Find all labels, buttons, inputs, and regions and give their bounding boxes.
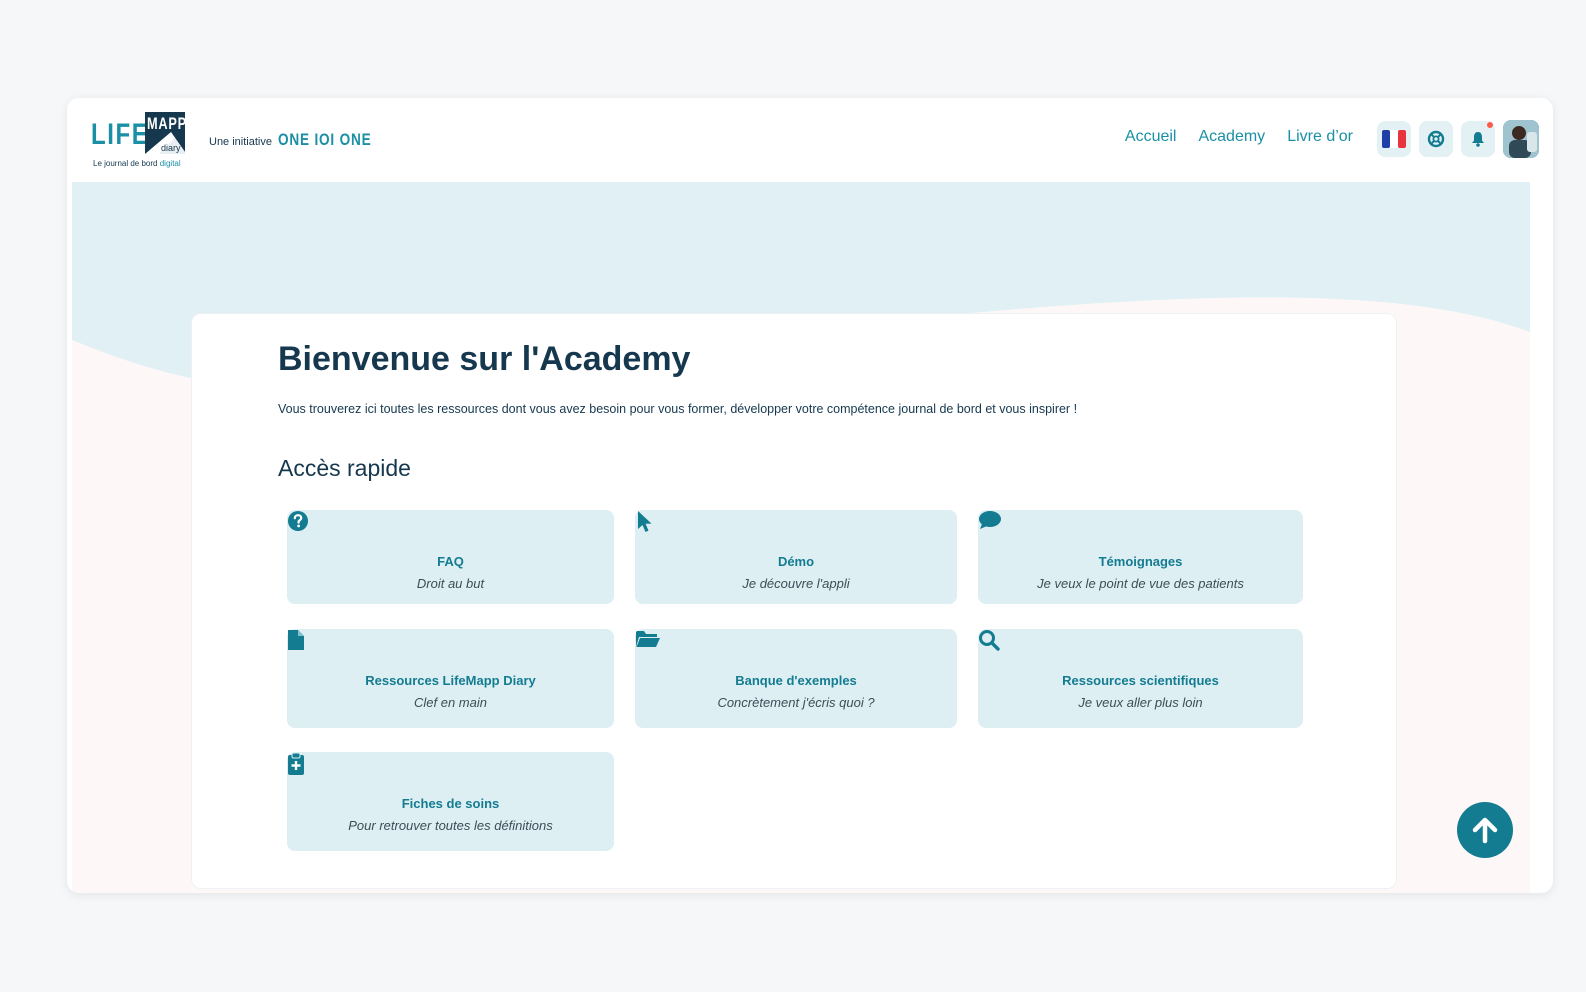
academy-card: Bienvenue sur l'Academy Vous trouverez i… [191, 313, 1397, 889]
app-window: LIFE MAPP diary Le journal de bord digit… [67, 98, 1553, 893]
logo-tagline: Le journal de bord digital [93, 159, 181, 168]
section-title: Accès rapide [278, 455, 411, 481]
tile-title: Ressources scientifiques [1062, 673, 1219, 688]
nav-accueil[interactable]: Accueil [1125, 128, 1177, 146]
tile-demo[interactable]: Démo Je découvre l'appli [635, 510, 957, 604]
tile-fiches-soins[interactable]: Fiches de soins Pour retrouver toutes le… [287, 752, 614, 851]
avatar-photo [1503, 120, 1539, 158]
tile-title: Démo [777, 554, 815, 569]
scroll-to-top-button[interactable] [1457, 802, 1513, 858]
tile-faq[interactable]: FAQ Droit au but [287, 510, 614, 604]
help-button[interactable] [1419, 121, 1453, 157]
tile-title: Fiches de soins [401, 796, 500, 811]
language-button[interactable] [1377, 121, 1411, 157]
top-navbar: LIFE MAPP diary Le journal de bord digit… [67, 98, 1553, 184]
initiative-brand[interactable]: ONE IOI ONE [278, 130, 371, 150]
initiative-credit: Une initiative ONE IOI ONE [209, 130, 395, 150]
arrow-up-icon [1472, 817, 1498, 844]
notification-dot [1487, 122, 1493, 128]
logo-diary-text: diary [161, 143, 181, 153]
nav-academy[interactable]: Academy [1198, 128, 1265, 146]
lifemapp-logo[interactable]: LIFE MAPP diary Le journal de bord digit… [91, 112, 191, 172]
tile-ressources-lifemapp[interactable]: Ressources LifeMapp Diary Clef en main [287, 629, 614, 728]
toolbar-icons [1377, 120, 1539, 158]
france-flag-icon [1382, 130, 1406, 148]
user-avatar[interactable] [1503, 120, 1539, 158]
main-nav: Accueil Academy Livre d’or [1125, 128, 1353, 146]
logo-tagline-prefix: Le journal de bord [93, 159, 158, 168]
tile-ressources-scientifiques[interactable]: Ressources scientifiques Je veux aller p… [978, 629, 1303, 728]
initiative-label: Une initiative [209, 136, 272, 148]
tile-title: FAQ [437, 554, 464, 569]
page-title: Bienvenue sur l'Academy [278, 340, 691, 378]
bell-icon [1472, 132, 1484, 147]
tile-subtitle: Je veux aller plus loin [1078, 695, 1203, 710]
notifications-button[interactable] [1461, 121, 1495, 157]
tile-subtitle: Je veux le point de vue des patients [1037, 576, 1244, 591]
tile-subtitle: Je découvre l'appli [742, 576, 850, 591]
logo-tagline-accent: digital [159, 159, 181, 168]
lifebuoy-icon [1427, 130, 1445, 148]
tile-title: Témoignages [1098, 554, 1183, 569]
tile-subtitle: Droit au but [416, 576, 485, 591]
tile-title: Banque d'exemples [735, 673, 857, 688]
hero-background: Bienvenue sur l'Academy Vous trouverez i… [72, 182, 1530, 893]
nav-livre-dor[interactable]: Livre d’or [1287, 128, 1353, 146]
tile-subtitle: Clef en main [414, 695, 487, 710]
logo-mapp-text: MAPP [147, 114, 187, 133]
tile-title: Ressources LifeMapp Diary [365, 673, 536, 688]
tile-subtitle: Concrètement j'écris quoi ? [717, 695, 875, 710]
tile-temoignages[interactable]: Témoignages Je veux le point de vue des … [978, 510, 1303, 604]
tile-banque-exemples[interactable]: Banque d'exemples Concrètement j'écris q… [635, 629, 957, 728]
tile-subtitle: Pour retrouver toutes les définitions [348, 818, 553, 833]
intro-text: Vous trouverez ici toutes les ressources… [278, 402, 1078, 416]
